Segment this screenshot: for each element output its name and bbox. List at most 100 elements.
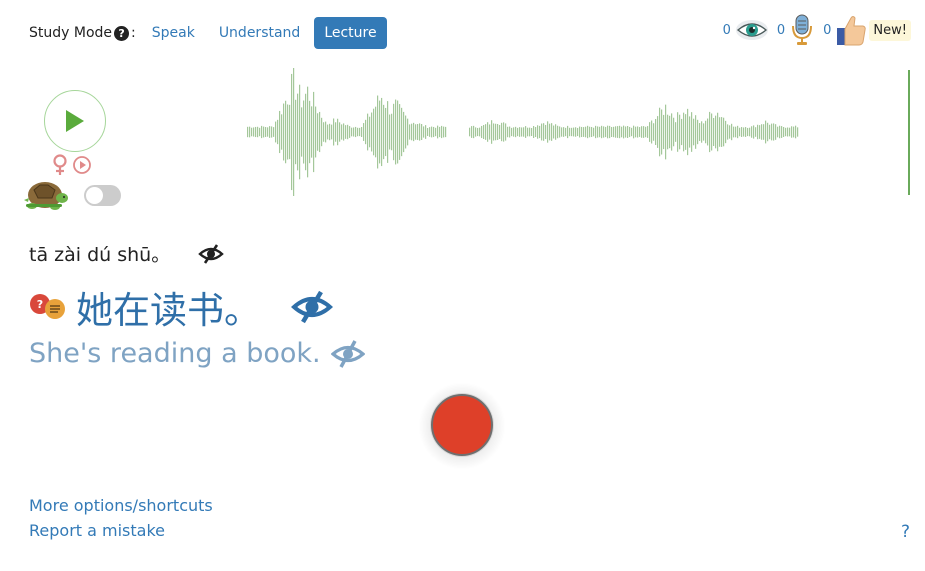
translation-text: She's reading a book. <box>29 338 321 369</box>
waveform-bar <box>633 125 635 139</box>
help-circle-icon[interactable]: ? <box>114 25 130 41</box>
waveform-bar <box>773 123 775 141</box>
tab-lecture[interactable]: Lecture <box>314 17 387 49</box>
female-icon[interactable] <box>52 154 68 176</box>
waveform-bar <box>745 127 747 137</box>
waveform-bar <box>345 125 347 139</box>
waveform-bar <box>471 126 473 138</box>
waveform-bar <box>587 125 589 139</box>
waveform-bar <box>361 127 363 137</box>
waveform-bar <box>597 126 599 138</box>
waveform-bar <box>341 124 343 140</box>
waveform-bar <box>403 111 405 153</box>
waveform-bar <box>353 127 355 137</box>
waveform-bar <box>603 126 605 138</box>
eye-icon <box>735 20 768 40</box>
waveform-bar <box>543 123 545 141</box>
waveform-bar <box>265 127 267 137</box>
waveform-end-marker <box>908 70 910 195</box>
waveform-bar <box>541 123 543 141</box>
waveform-bar <box>617 126 619 138</box>
waveform-bar <box>279 110 281 154</box>
waveform-bar <box>391 113 393 151</box>
waveform-bar <box>359 127 361 137</box>
waveform-bar <box>623 125 625 139</box>
waveform-bar <box>305 93 307 171</box>
waveform-bar <box>309 100 311 164</box>
record-button[interactable] <box>431 394 493 456</box>
waveform-bar <box>445 126 447 138</box>
waveform-bar <box>493 123 495 141</box>
waveform-bar <box>619 125 621 139</box>
waveform-bar <box>599 126 601 138</box>
waveform-bar <box>253 127 255 137</box>
thumbs-up-icon <box>837 16 867 46</box>
waveform-bar <box>723 117 725 147</box>
waveform-bar <box>477 127 479 137</box>
waveform-bar <box>381 97 383 167</box>
waveform-bar <box>257 126 259 138</box>
waveform-bar <box>573 127 575 137</box>
likes-count: 0 <box>823 22 832 38</box>
waveform-bar <box>733 126 735 138</box>
waveform-bar <box>435 127 437 137</box>
waveform-bar <box>727 124 729 140</box>
waveform-bar <box>299 84 301 180</box>
likes-stat[interactable]: 0 <box>823 14 867 46</box>
eye-slash-icon[interactable] <box>198 243 224 265</box>
waveform-bar <box>371 112 373 152</box>
more-options-link[interactable]: More options/shortcuts <box>29 496 213 515</box>
waveform-bar <box>283 103 285 161</box>
waveform-bar <box>635 126 637 138</box>
waveform-bar <box>293 68 295 196</box>
help-link[interactable]: ? <box>901 522 910 542</box>
waveform-bar <box>443 126 445 138</box>
waveform-bar <box>559 126 561 138</box>
waveform-bar <box>545 124 547 140</box>
waveform-bar <box>651 120 653 144</box>
tab-speak[interactable]: Speak <box>142 17 205 49</box>
waveform-bar <box>335 122 337 142</box>
waveform-bar <box>269 126 271 138</box>
play-button[interactable] <box>44 90 106 152</box>
waveform-bar <box>681 118 683 146</box>
waveform-bar <box>767 122 769 142</box>
waveform-bar <box>503 122 505 142</box>
waveform-bar <box>627 126 629 138</box>
waveform-bar <box>487 122 489 142</box>
waveform-bar <box>289 104 291 160</box>
waveform-bar <box>373 108 375 156</box>
waveform-bar <box>697 119 699 145</box>
eye-slash-icon[interactable] <box>291 289 333 325</box>
tab-understand[interactable]: Understand <box>209 17 311 49</box>
waveform-bar <box>387 101 389 163</box>
waveform-bar <box>505 123 507 141</box>
slow-mode-toggle[interactable] <box>84 185 121 206</box>
waveform-bar <box>749 127 751 137</box>
waveform-bar <box>789 127 791 137</box>
waveform-bar <box>281 114 283 150</box>
eye-slash-icon[interactable] <box>330 339 365 369</box>
waveform-bar <box>479 127 481 137</box>
chat-bubbles-icon[interactable]: ? <box>28 292 68 322</box>
waveform-bar <box>385 107 387 157</box>
waveform-bar <box>629 126 631 138</box>
waveform-bar <box>765 120 767 144</box>
turtle-icon[interactable] <box>22 178 70 212</box>
waveform-bar <box>507 126 509 138</box>
waveform-bar <box>423 126 425 138</box>
waveform-bar <box>737 125 739 139</box>
waveform-bar <box>655 118 657 146</box>
waveform-bar <box>383 104 385 160</box>
audio-waveform[interactable] <box>245 68 805 196</box>
views-stat[interactable]: 0 <box>723 19 769 41</box>
study-mode-bar: Study Mode ? : Speak Understand Lecture <box>29 15 391 51</box>
waveform-bar <box>393 103 395 161</box>
waveform-bar <box>259 127 261 137</box>
waveform-bar <box>331 124 333 140</box>
recordings-stat[interactable]: 0 <box>777 14 815 46</box>
waveform-bar <box>491 120 493 144</box>
replay-icon[interactable] <box>72 155 92 175</box>
microphone-icon <box>792 14 813 45</box>
report-mistake-link[interactable]: Report a mistake <box>29 521 165 540</box>
